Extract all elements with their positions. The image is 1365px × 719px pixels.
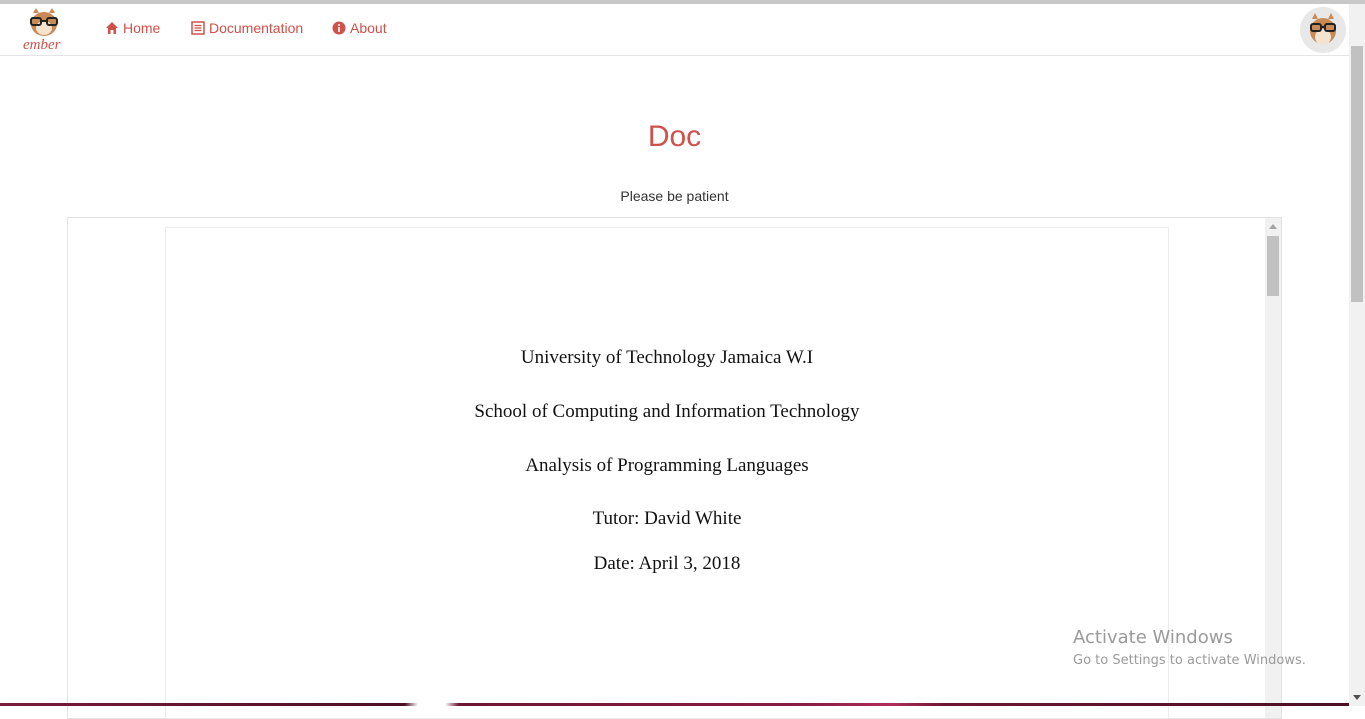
home-icon [105,21,119,35]
user-avatar[interactable] [1300,7,1346,53]
page-scrollbar[interactable] [1349,4,1365,706]
page-title: Doc [647,120,702,153]
watermark-title: Activate Windows [1073,627,1233,648]
doc-line-date: Date: April 3, 2018 [593,553,741,574]
doc-line-course: Analysis of Programming Languages [525,455,809,476]
nav-home-link[interactable]: Home [105,20,160,36]
page-scrollbar-thumb[interactable] [1351,46,1363,302]
scroll-down-arrow-icon[interactable] [1353,695,1361,700]
activate-windows-watermark: Activate Windows Go to Settings to activ… [1073,627,1306,671]
watermark-subtitle: Go to Settings to activate Windows. [1073,653,1306,668]
viewer-scrollbar-thumb[interactable] [1267,236,1279,296]
nav-home-label: Home [123,20,161,36]
doc-line-university: University of Technology Jamaica W.I [520,347,814,368]
loading-message: Please be patient [620,188,729,204]
document-page: University of Technology Jamaica W.I Sch… [165,227,1169,719]
nav-documentation-link[interactable]: Documentation [191,20,303,36]
navbar: ember Home Documentation About [0,4,1349,56]
scroll-up-arrow-icon[interactable] [1269,224,1277,229]
ember-logo[interactable]: ember [20,6,72,53]
svg-text:ember: ember [23,37,61,52]
doc-line-tutor: Tutor: David White [592,508,742,529]
nav-about-link[interactable]: About [332,20,387,36]
list-icon [191,21,205,35]
nav-about-label: About [350,20,387,36]
nav-documentation-label: Documentation [209,20,304,36]
doc-line-school: School of Computing and Information Tech… [474,401,860,422]
info-icon [332,21,346,35]
